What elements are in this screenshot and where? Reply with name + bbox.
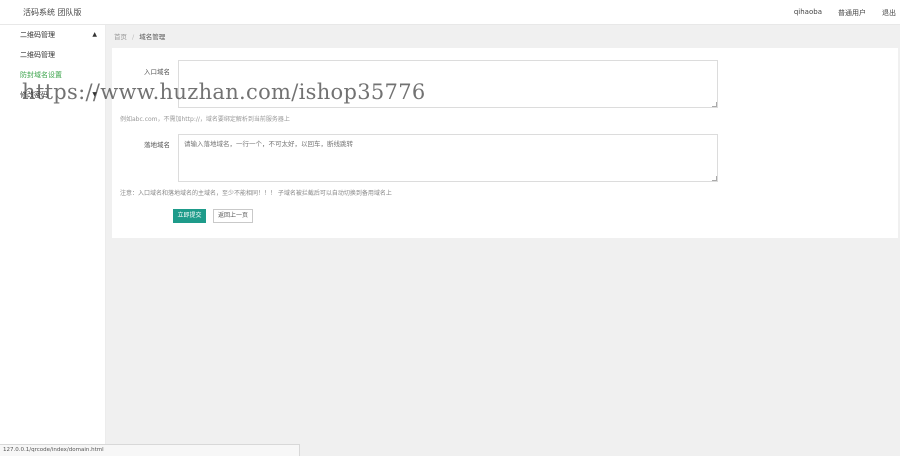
top-links: qihaoba 普通用户 退出 <box>794 8 900 18</box>
entry-domain-label: 入口域名 <box>144 68 170 76</box>
sidebar-group-qrcode[interactable]: 二维码管理 ▲ <box>0 25 105 45</box>
breadcrumb-home[interactable]: 首页 <box>114 33 127 41</box>
top-bar: 活码系统 团队版 qihaoba 普通用户 退出 <box>0 0 900 25</box>
brand-title: 活码系统 团队版 <box>23 8 82 17</box>
chevron-up-icon: ▲ <box>92 31 97 38</box>
domain-form-card: 入口域名 例如abc.com，不需加http://，域名要绑定解析到当前服务器上… <box>112 48 898 238</box>
breadcrumb: 首页 / 域名管理 <box>114 31 165 41</box>
username-link[interactable]: qihaoba <box>794 8 822 18</box>
entry-domain-hint: 例如abc.com，不需加http://，域名要绑定解析到当前服务器上 <box>120 116 290 123</box>
chevron-down-icon: ▼ <box>92 91 97 98</box>
submit-button[interactable]: 立即提交 <box>173 209 206 223</box>
breadcrumb-current: 域名管理 <box>139 33 166 41</box>
resize-grip-icon[interactable] <box>712 176 717 181</box>
status-bar-url: 127.0.0.1/qrcode/index/domain.html <box>0 444 300 456</box>
sidebar-item-label: 修改密码 <box>20 91 48 99</box>
sidebar-item-qrcode-manage[interactable]: 二维码管理 <box>0 45 105 65</box>
breadcrumb-separator: / <box>132 33 135 41</box>
sidebar-item-label: 二维码管理 <box>20 51 55 59</box>
sidebar-item-domain-settings[interactable]: 防封域名设置 <box>0 65 105 85</box>
domain-note: 注意：入口域名和落地域名的主域名，至少不能相同！！！ 子域名被拦截后可以自动切换… <box>120 190 392 197</box>
resize-grip-icon[interactable] <box>712 102 717 107</box>
user-role-link[interactable]: 普通用户 <box>838 8 866 18</box>
landing-domain-label: 落地域名 <box>144 141 170 149</box>
sidebar-group-label: 二维码管理 <box>20 31 55 39</box>
back-button[interactable]: 返回上一页 <box>213 209 253 223</box>
landing-domain-textarea[interactable] <box>178 134 718 182</box>
sidebar: 二维码管理 ▲ 二维码管理 防封域名设置 修改密码 ▼ <box>0 25 106 456</box>
entry-domain-textarea[interactable] <box>178 60 718 108</box>
landing-domain-wrapper <box>178 134 718 182</box>
entry-domain-wrapper <box>178 60 718 108</box>
sidebar-item-change-password[interactable]: 修改密码 ▼ <box>0 85 105 105</box>
logout-link[interactable]: 退出 <box>882 8 896 18</box>
sidebar-item-label: 防封域名设置 <box>20 71 62 79</box>
